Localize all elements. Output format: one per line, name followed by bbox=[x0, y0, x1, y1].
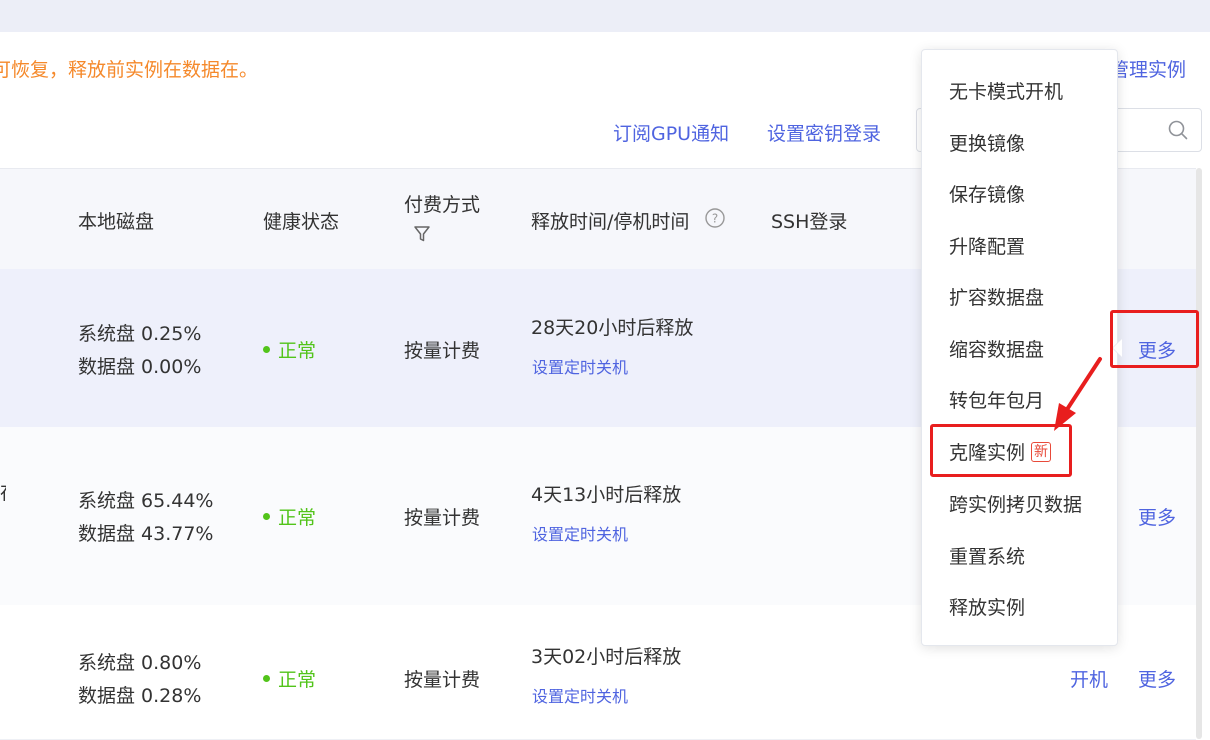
system-disk-usage: 系统盘 0.25% bbox=[78, 323, 202, 345]
status-dot-icon bbox=[263, 675, 270, 682]
column-release-time: 释放时间/停机时间 bbox=[531, 211, 690, 233]
subscribe-gpu-notification-link[interactable]: 订阅GPU通知 bbox=[613, 119, 729, 146]
status-dot-icon bbox=[263, 513, 270, 520]
health-status: 正常 bbox=[263, 665, 316, 692]
menu-item-cardless-boot[interactable]: 无卡模式开机 bbox=[949, 77, 1063, 104]
power-on-button[interactable]: 开机 bbox=[1070, 665, 1108, 692]
question-circle-icon[interactable]: ? bbox=[704, 207, 726, 229]
billing-method: 按量计费 bbox=[404, 507, 481, 529]
billing-method: 按量计费 bbox=[404, 669, 481, 691]
highlight-box-more bbox=[1110, 310, 1199, 368]
set-key-login-link[interactable]: 设置密钥登录 bbox=[767, 119, 881, 146]
column-local-disk: 本地磁盘 bbox=[78, 211, 155, 233]
release-notice-text: 可恢复，释放前实例在数据在。 bbox=[0, 59, 259, 81]
release-time: 28天20小时后释放 bbox=[531, 317, 694, 339]
annotation-arrow-icon bbox=[1054, 357, 1102, 431]
menu-item-expand-data-disk[interactable]: 扩容数据盘 bbox=[949, 283, 1044, 310]
search-icon[interactable] bbox=[1167, 119, 1189, 141]
column-billing-method: 付费方式 bbox=[404, 194, 481, 216]
truncated-cell-text: 存 bbox=[0, 478, 6, 505]
column-ssh-login: SSH登录 bbox=[771, 211, 848, 233]
status-dot-icon bbox=[263, 346, 270, 353]
data-disk-usage: 数据盘 0.00% bbox=[78, 356, 202, 378]
release-time: 3天02小时后释放 bbox=[531, 646, 682, 668]
svg-text:?: ? bbox=[712, 212, 718, 226]
health-status: 正常 bbox=[263, 336, 316, 363]
manage-instance-link[interactable]: 管理实例 bbox=[1110, 55, 1186, 82]
menu-item-save-image[interactable]: 保存镜像 bbox=[949, 180, 1025, 207]
menu-item-shrink-data-disk[interactable]: 缩容数据盘 bbox=[949, 335, 1044, 362]
more-button[interactable]: 更多 bbox=[1138, 665, 1176, 692]
schedule-shutdown-link[interactable]: 设置定时关机 bbox=[532, 521, 628, 545]
filter-icon[interactable] bbox=[412, 224, 432, 244]
data-disk-usage: 数据盘 0.28% bbox=[78, 685, 202, 707]
system-disk-usage: 系统盘 0.80% bbox=[78, 652, 202, 674]
release-time: 4天13小时后释放 bbox=[531, 484, 682, 506]
system-disk-usage: 系统盘 65.44% bbox=[78, 490, 214, 512]
schedule-shutdown-link[interactable]: 设置定时关机 bbox=[532, 683, 628, 707]
menu-item-change-image[interactable]: 更换镜像 bbox=[949, 129, 1025, 156]
menu-item-reset-system[interactable]: 重置系统 bbox=[949, 542, 1025, 569]
menu-item-resize-config[interactable]: 升降配置 bbox=[949, 232, 1025, 259]
more-button[interactable]: 更多 bbox=[1138, 503, 1176, 530]
vertical-scrollbar[interactable] bbox=[1196, 168, 1202, 739]
menu-item-release-instance[interactable]: 释放实例 bbox=[949, 593, 1025, 620]
health-status-text: 正常 bbox=[278, 669, 317, 691]
menu-item-convert-subscription[interactable]: 转包年包月 bbox=[949, 386, 1044, 413]
billing-method: 按量计费 bbox=[404, 340, 481, 362]
health-status: 正常 bbox=[263, 503, 316, 530]
column-health-status: 健康状态 bbox=[263, 211, 340, 233]
top-bar bbox=[0, 0, 1210, 32]
data-disk-usage: 数据盘 43.77% bbox=[78, 523, 214, 545]
menu-item-cross-instance-copy[interactable]: 跨实例拷贝数据 bbox=[949, 490, 1082, 517]
health-status-text: 正常 bbox=[278, 340, 317, 362]
schedule-shutdown-link[interactable]: 设置定时关机 bbox=[532, 354, 628, 378]
health-status-text: 正常 bbox=[278, 507, 317, 529]
